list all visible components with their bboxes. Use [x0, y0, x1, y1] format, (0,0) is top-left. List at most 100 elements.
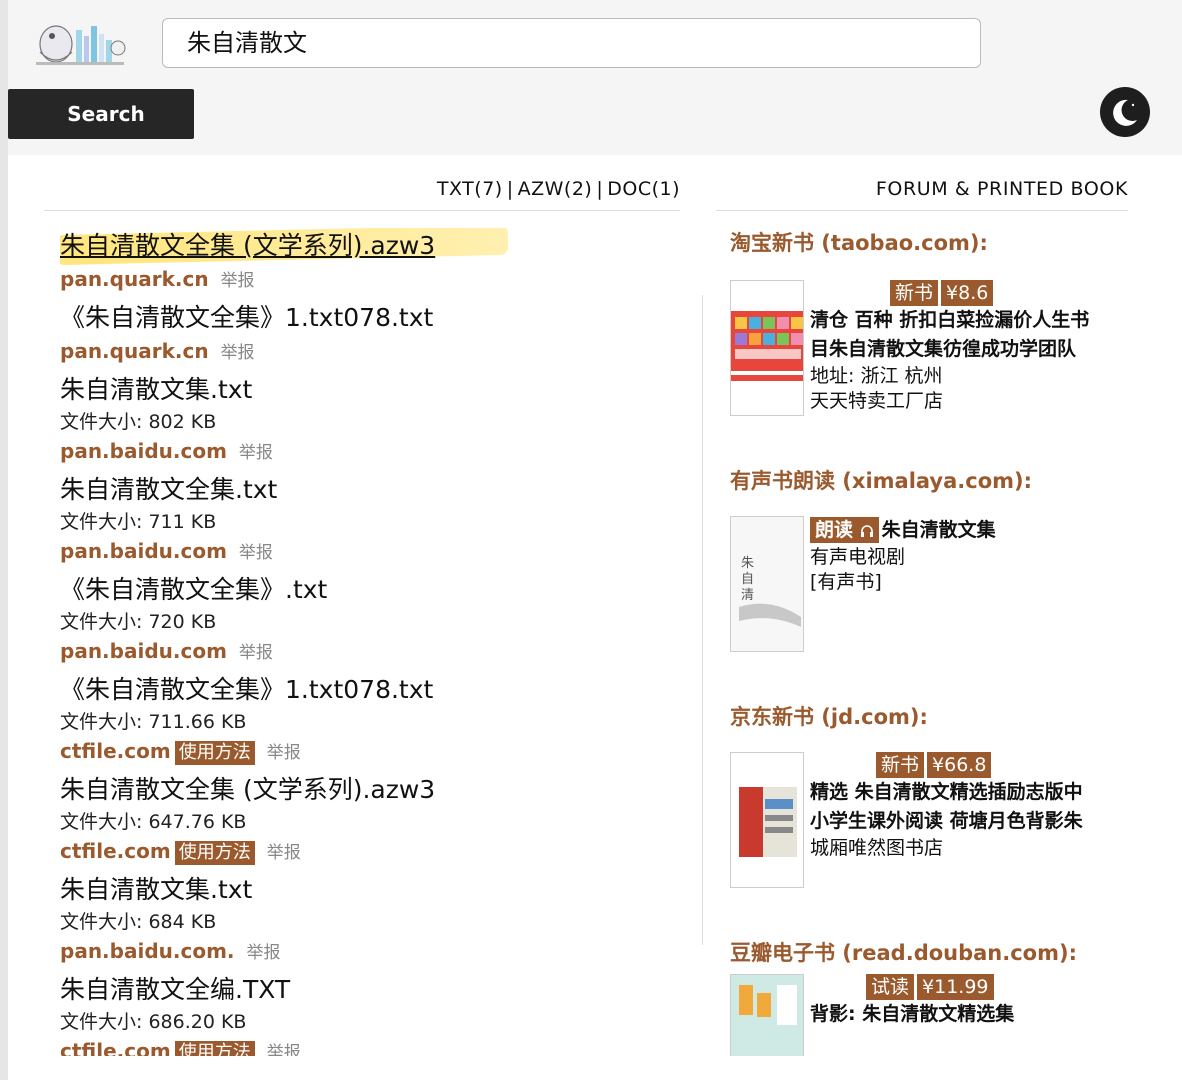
result-domain[interactable]: pan.quark.cn	[60, 339, 209, 363]
file-size: 文件大小: 720 KB	[60, 608, 680, 636]
audiobook-tag: [有声书]	[810, 571, 882, 593]
file-size-value: 711.66 KB	[148, 711, 247, 733]
result-title[interactable]: 朱自清散文全集 (文学系列).azw3	[60, 228, 680, 266]
logo-icon[interactable]	[30, 12, 130, 72]
file-size-label: 文件大小:	[60, 511, 149, 533]
product-title[interactable]: 小学生课外阅读 荷塘月色背影朱	[810, 807, 1130, 836]
file-size-value: 720 KB	[148, 611, 217, 633]
result-item: 朱自清散文全集 (文学系列).azw3 pan.quark.cn 举报	[60, 228, 680, 296]
shop-taobao: 淘宝新书 (taobao.com): 新书 ¥8.6 清仓 百种 折扣白菜捡漏价人…	[730, 228, 1130, 466]
file-size-label: 文件大小:	[60, 411, 149, 433]
result-domain[interactable]: pan.baidu.com	[60, 539, 227, 563]
search-input[interactable]: 朱自清散文	[162, 18, 981, 68]
result-domain[interactable]: pan.baidu.com	[60, 639, 227, 663]
result-title[interactable]: 《朱自清散文全集》.txt	[60, 572, 680, 608]
shop-heading[interactable]: 有声书朗读 (ximalaya.com):	[730, 466, 1130, 496]
result-item: 朱自清散文集.txt 文件大小: 684 KB pan.baidu.com. 举报	[60, 872, 680, 968]
result-domain[interactable]: pan.baidu.com.	[60, 939, 235, 963]
result-item: 朱自清散文全集.txt 文件大小: 711 KB pan.baidu.com 举报	[60, 472, 680, 568]
file-size: 文件大小: 711 KB	[60, 508, 680, 536]
file-size-label: 文件大小:	[60, 911, 149, 933]
search-button[interactable]: Search	[8, 89, 194, 139]
result-title[interactable]: 朱自清散文集.txt	[60, 872, 680, 908]
price-badge: ¥8.6	[941, 280, 994, 306]
header: 朱自清散文 Search	[8, 0, 1182, 155]
book-cover[interactable]	[730, 752, 804, 888]
report-link[interactable]: 举报	[239, 643, 273, 663]
headphones-icon	[860, 525, 873, 537]
filter-txt[interactable]: TXT(7)	[437, 178, 503, 200]
new-book-badge: 新书	[876, 752, 925, 778]
divider	[716, 210, 1128, 211]
result-title[interactable]: 朱自清散文全集.txt	[60, 472, 680, 508]
file-size-value: 647.76 KB	[148, 811, 247, 833]
product-title[interactable]: 背影: 朱自清散文精选集	[810, 1000, 1130, 1029]
shop-name: 城厢唯然图书店	[810, 837, 944, 859]
report-link[interactable]: 举报	[247, 943, 281, 963]
file-size: 文件大小: 711.66 KB	[60, 708, 680, 736]
result-item: 《朱自清散文全集》.txt 文件大小: 720 KB pan.baidu.com…	[60, 572, 680, 668]
product-title[interactable]: 精选 朱自清散文精选插励志版中	[810, 778, 1130, 807]
result-domain[interactable]: pan.quark.cn	[60, 267, 209, 291]
shop-heading[interactable]: 京东新书 (jd.com):	[730, 702, 1130, 732]
format-filters: TXT(7) | AZW(2) | DOC(1)	[44, 178, 680, 200]
book-cover[interactable]: 朱 自 清	[730, 516, 804, 652]
book-cover[interactable]	[730, 280, 804, 416]
svg-text:朱: 朱	[741, 556, 754, 571]
result-title[interactable]: 《朱自清散文全集》1.txt078.txt	[60, 300, 680, 336]
result-item: 《朱自清散文全集》1.txt078.txt 文件大小: 711.66 KB ct…	[60, 672, 680, 768]
filter-separator: |	[506, 178, 514, 200]
report-link[interactable]: 举报	[239, 443, 273, 463]
file-size-value: 711 KB	[148, 511, 217, 533]
filter-doc[interactable]: DOC(1)	[607, 178, 680, 200]
report-link[interactable]: 举报	[221, 271, 255, 291]
read-aloud-badge: 朗读	[810, 517, 879, 543]
result-domain[interactable]: pan.baidu.com	[60, 439, 227, 463]
report-link[interactable]: 举报	[221, 343, 255, 363]
book-cover-image	[731, 753, 803, 887]
moon-icon	[1113, 99, 1137, 126]
file-size: 文件大小: 647.76 KB	[60, 808, 680, 836]
file-size: 文件大小: 684 KB	[60, 908, 680, 936]
result-item: 朱自清散文全编.TXT 文件大小: 686.20 KB ctfile.com 使用…	[60, 972, 680, 1056]
shop-douban: 豆瓣电子书 (read.douban.com): 试读 ¥11.99 背影: 朱自…	[730, 938, 1130, 1056]
filter-azw[interactable]: AZW(2)	[518, 178, 593, 200]
book-cover-image: 朱 自 清	[731, 517, 803, 651]
result-domain[interactable]: ctfile.com	[60, 739, 171, 763]
book-cover[interactable]	[730, 974, 804, 1056]
results-list: 朱自清散文全集 (文学系列).azw3 pan.quark.cn 举报 《朱自清散…	[60, 228, 680, 1056]
read-aloud-label: 朗读	[815, 519, 854, 541]
left-edge	[0, 0, 8, 1080]
column-divider	[702, 295, 703, 945]
shop-ximalaya: 有声书朗读 (ximalaya.com): 朱 自 清 朗读 朱自清散文集 有声…	[730, 466, 1130, 702]
report-link[interactable]: 举报	[267, 843, 301, 863]
shop-heading[interactable]: 豆瓣电子书 (read.douban.com):	[730, 938, 1130, 968]
product-title[interactable]: 目朱自清散文集彷徨成功学团队	[810, 335, 1130, 364]
book-cover-image	[731, 975, 803, 1056]
audiobook-title-row[interactable]: 朗读 朱自清散文集	[810, 516, 1130, 545]
result-domain[interactable]: ctfile.com	[60, 1039, 171, 1056]
usage-tag[interactable]: 使用方法	[174, 841, 255, 865]
price-badge: ¥11.99	[917, 974, 994, 1000]
result-title[interactable]: 朱自清散文集.txt	[60, 372, 680, 408]
divider	[44, 210, 680, 211]
shop-heading[interactable]: 淘宝新书 (taobao.com):	[730, 228, 1130, 258]
result-title[interactable]: 朱自清散文全编.TXT	[60, 972, 680, 1008]
file-size-value: 684 KB	[148, 911, 217, 933]
product-title[interactable]: 清仓 百种 折扣白菜捡漏价人生书	[810, 306, 1130, 335]
usage-tag[interactable]: 使用方法	[174, 1041, 255, 1056]
result-title[interactable]: 《朱自清散文全集》1.txt078.txt	[60, 672, 680, 708]
filter-separator: |	[596, 178, 604, 200]
report-link[interactable]: 举报	[267, 1043, 301, 1056]
result-title[interactable]: 朱自清散文全集 (文学系列).azw3	[60, 772, 680, 808]
file-size-label: 文件大小:	[60, 711, 149, 733]
result-domain[interactable]: ctfile.com	[60, 839, 171, 863]
dark-mode-toggle[interactable]	[1100, 87, 1150, 137]
audiobook-title: 朱自清散文集	[881, 519, 996, 541]
report-link[interactable]: 举报	[267, 743, 301, 763]
report-link[interactable]: 举报	[239, 543, 273, 563]
file-size-label: 文件大小:	[60, 811, 149, 833]
book-cover-image	[731, 311, 803, 381]
file-size-value: 686.20 KB	[148, 1011, 247, 1033]
usage-tag[interactable]: 使用方法	[174, 741, 255, 765]
